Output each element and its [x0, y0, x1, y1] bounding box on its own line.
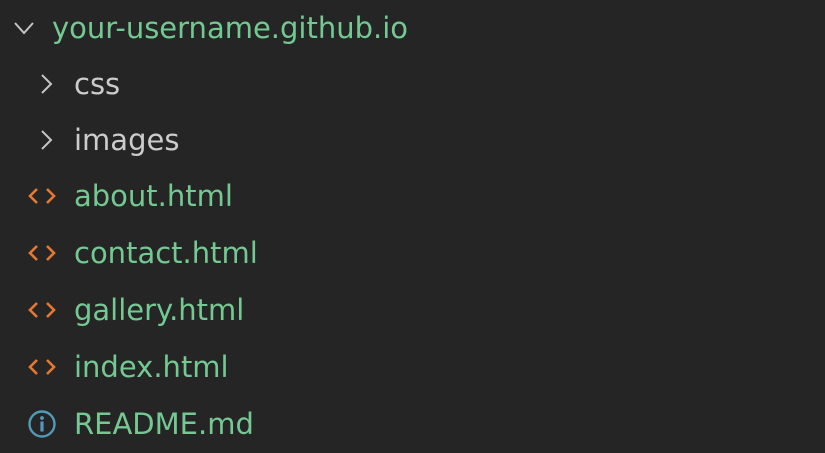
root-folder-label: your-username.github.io	[52, 11, 409, 45]
explorer-root-folder[interactable]: your-username.github.io	[0, 0, 825, 56]
file-label: index.html	[74, 350, 229, 384]
html-icon	[26, 168, 58, 224]
folder-label: css	[74, 67, 121, 101]
html-icon	[26, 339, 58, 395]
tree-item-gallery-html[interactable]: gallery.html	[0, 282, 825, 338]
folder-label: images	[74, 123, 180, 157]
tree-item-images[interactable]: images	[0, 112, 825, 168]
chevron-down-icon[interactable]	[10, 0, 38, 56]
tree-item-readme-md[interactable]: README.md	[0, 396, 825, 452]
tree-item-contact-html[interactable]: contact.html	[0, 225, 825, 281]
file-label: README.md	[74, 407, 254, 441]
chevron-right-icon[interactable]	[32, 56, 60, 112]
tree-item-index-html[interactable]: index.html	[0, 339, 825, 395]
file-label: about.html	[74, 179, 233, 213]
file-label: gallery.html	[74, 293, 245, 327]
file-label: contact.html	[74, 236, 258, 270]
info-icon	[26, 396, 58, 452]
tree-item-css[interactable]: css	[0, 56, 825, 112]
file-explorer: your-username.github.io css images about…	[0, 0, 825, 453]
html-icon	[26, 282, 58, 338]
chevron-right-icon[interactable]	[32, 112, 60, 168]
html-icon	[26, 225, 58, 281]
tree-item-about-html[interactable]: about.html	[0, 168, 825, 224]
